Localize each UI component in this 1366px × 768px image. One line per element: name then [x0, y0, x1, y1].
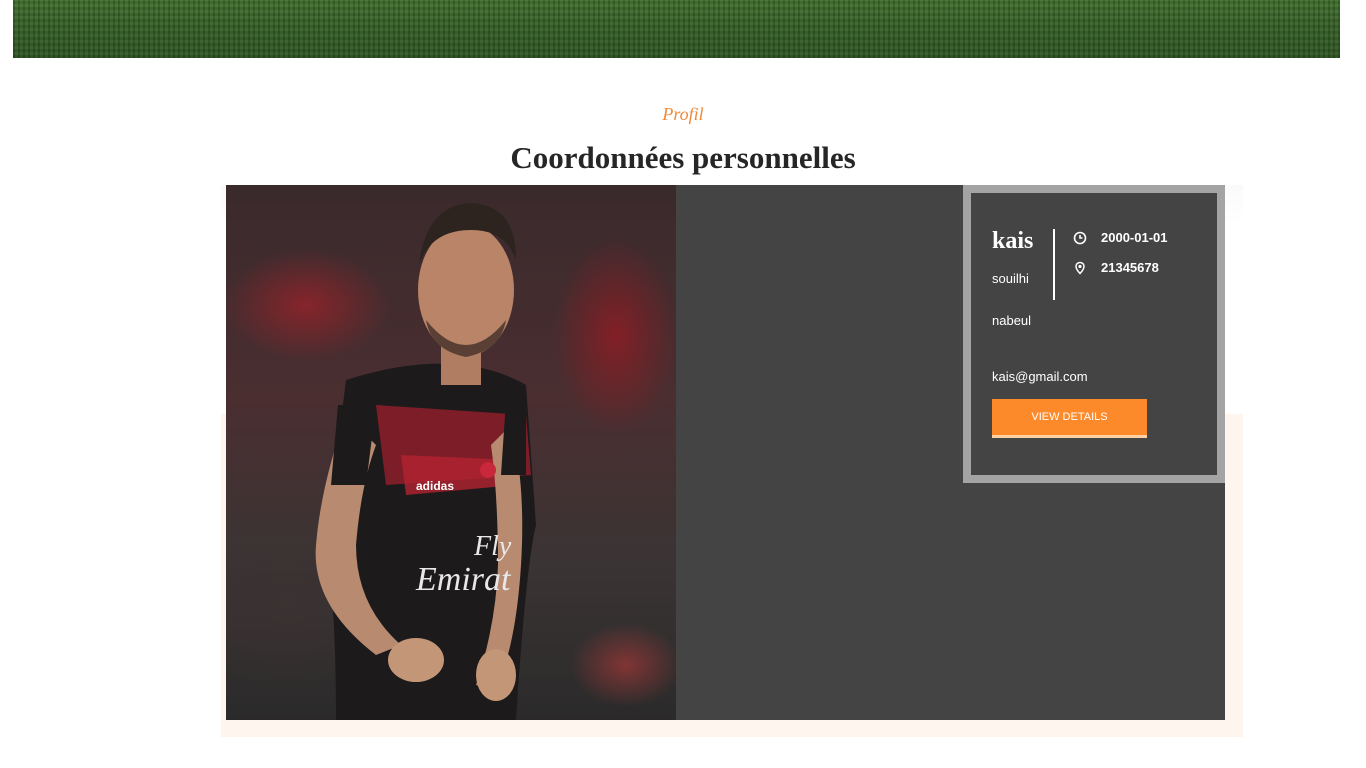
city: nabeul — [992, 313, 1032, 328]
svg-text:Fly: Fly — [473, 531, 512, 562]
birth-date-row: 2000-01-01 — [1073, 230, 1168, 245]
last-name: souilhi — [992, 271, 1029, 286]
player-photo: Fly Emirat adidas — [226, 185, 676, 720]
player-figure: Fly Emirat adidas — [315, 203, 536, 720]
phone-row: 21345678 — [1073, 260, 1159, 275]
vertical-divider — [1053, 229, 1055, 300]
svg-text:adidas: adidas — [416, 479, 454, 493]
phone-number: 21345678 — [1101, 260, 1159, 275]
clock-icon — [1073, 231, 1087, 245]
profile-info-box: kais souilhi 2000-01-01 21345678 nabeul … — [963, 185, 1225, 483]
section-subtitle: Profil — [662, 104, 704, 124]
birth-date: 2000-01-01 — [1101, 230, 1168, 245]
location-pin-icon — [1073, 261, 1087, 275]
grass-banner — [13, 0, 1340, 58]
view-details-button[interactable]: VIEW DETAILS — [992, 399, 1147, 438]
first-name: kais — [992, 228, 1034, 254]
page-title: Coordonnées personnelles — [510, 140, 856, 175]
svg-text:Emirat: Emirat — [415, 561, 512, 598]
email: kais@gmail.com — [992, 369, 1088, 384]
